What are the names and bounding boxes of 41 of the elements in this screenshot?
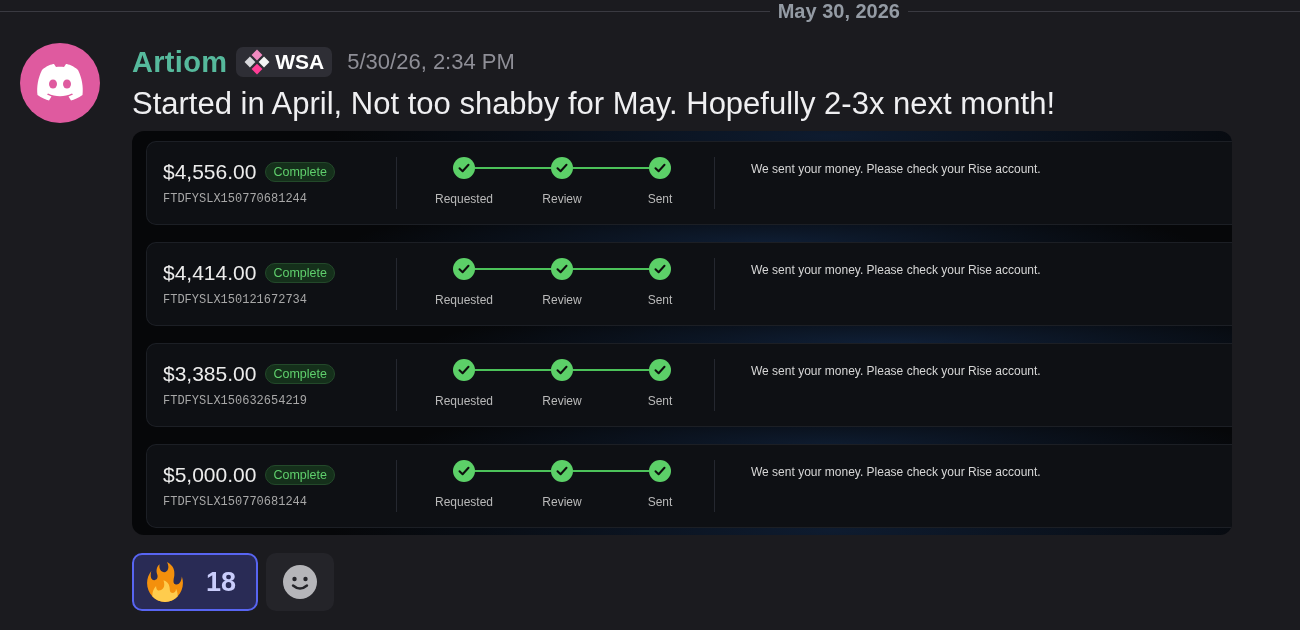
reference-id: FTDFYSLX150770681244 — [163, 495, 308, 509]
payout-amount: $4,556.00 — [163, 159, 257, 185]
smiley-icon — [283, 565, 318, 599]
author-name[interactable]: Artiom — [132, 47, 228, 77]
status-message: We sent your money. Please check your Rise account. — [751, 263, 1041, 277]
status-badge: Complete — [265, 364, 335, 384]
avatar-icon[interactable] — [20, 43, 100, 123]
fire-icon — [146, 562, 184, 602]
status-message: We sent your money. Please check your Rise account. — [751, 465, 1041, 479]
reference-id: FTDFYSLX150121672734 — [163, 293, 308, 307]
date-label: May 30, 2026 — [777, 0, 900, 22]
add-reaction-button[interactable] — [266, 553, 335, 611]
step-label: Review — [542, 495, 582, 509]
step-label: Review — [542, 192, 582, 206]
status-badge: Complete — [265, 162, 335, 182]
step-label: Sent — [647, 394, 673, 408]
step-label: Review — [542, 293, 582, 307]
step-label: Sent — [647, 192, 673, 206]
step-label: Review — [542, 394, 582, 408]
step-label: Sent — [647, 495, 673, 509]
status-message: We sent your money. Please check your Rise account. — [751, 162, 1041, 176]
message-text: Started in April, Not too shabby for May. Hopefully 2-3x next month! — [132, 85, 1056, 123]
status-message: We sent your money. Please check your Rise account. — [751, 364, 1041, 378]
tag-label: WSA — [275, 49, 325, 75]
payout-amount: $4,414.00 — [163, 260, 257, 286]
payout-amount: $3,385.00 — [163, 361, 257, 387]
step-label: Sent — [647, 293, 673, 307]
reference-id: FTDFYSLX150770681244 — [163, 192, 308, 206]
attachment-image[interactable] — [132, 131, 1232, 535]
diamond-cluster-icon — [244, 49, 271, 75]
payout-amount: $5,000.00 — [163, 462, 257, 488]
role-tag[interactable]: WSA — [236, 47, 333, 77]
status-badge: Complete — [265, 263, 335, 283]
timestamp: 5/30/26, 2:34 PM — [347, 48, 515, 76]
reaction-button[interactable]: 18 — [132, 553, 259, 611]
step-label: Requested — [435, 293, 494, 307]
status-badge: Complete — [265, 465, 335, 485]
step-label: Requested — [435, 192, 494, 206]
step-label: Requested — [435, 394, 494, 408]
step-label: Requested — [435, 495, 494, 509]
reference-id: FTDFYSLX150632654219 — [163, 394, 308, 408]
